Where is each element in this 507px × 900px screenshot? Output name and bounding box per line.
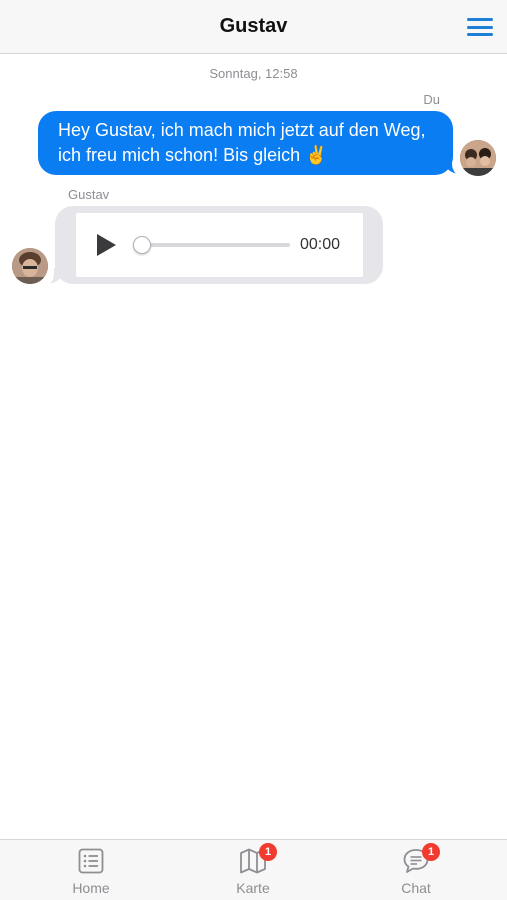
notification-badge: 1 [422, 843, 440, 861]
avatar-me[interactable] [460, 140, 496, 176]
menu-line [467, 18, 493, 21]
audio-player: 00:00 [76, 213, 363, 277]
page-title: Gustav [219, 15, 288, 37]
list-icon [78, 848, 104, 874]
outgoing-message-bubble[interactable]: Hey Gustav, ich mach mich jetzt auf den … [38, 111, 453, 175]
conversation-timestamp: Sonntag, 12:58 [209, 66, 298, 81]
play-icon[interactable] [97, 234, 116, 256]
tab-chat[interactable]: 1 Chat [356, 840, 476, 900]
tab-label: Chat [401, 880, 431, 896]
tab-karte[interactable]: 1 Karte [193, 840, 313, 900]
tab-home[interactable]: Home [31, 840, 151, 900]
menu-line [467, 33, 493, 36]
sender-label-gustav: Gustav [68, 187, 110, 202]
sender-label-me: Du [423, 92, 440, 107]
tab-bar: Home 1 Karte 1 Chat [0, 839, 507, 900]
notification-badge: 1 [259, 843, 277, 861]
chat-screen: Gustav Sonntag, 12:58 Du Hey Gustav, ich… [0, 0, 507, 900]
avatar-gustav[interactable] [12, 248, 48, 284]
avatar-photo-icon [460, 140, 496, 176]
menu-line [467, 25, 493, 29]
audio-seek-track[interactable] [142, 243, 290, 247]
message-text: Hey Gustav, ich mach mich jetzt auf den … [58, 120, 426, 165]
avatar-photo-icon [12, 248, 48, 284]
header-bar: Gustav [0, 0, 507, 54]
tab-label: Home [72, 880, 110, 896]
audio-seek-handle[interactable] [133, 236, 151, 254]
tab-label: Karte [236, 880, 270, 896]
hamburger-menu-icon[interactable] [467, 16, 493, 38]
audio-time: 00:00 [300, 236, 341, 253]
